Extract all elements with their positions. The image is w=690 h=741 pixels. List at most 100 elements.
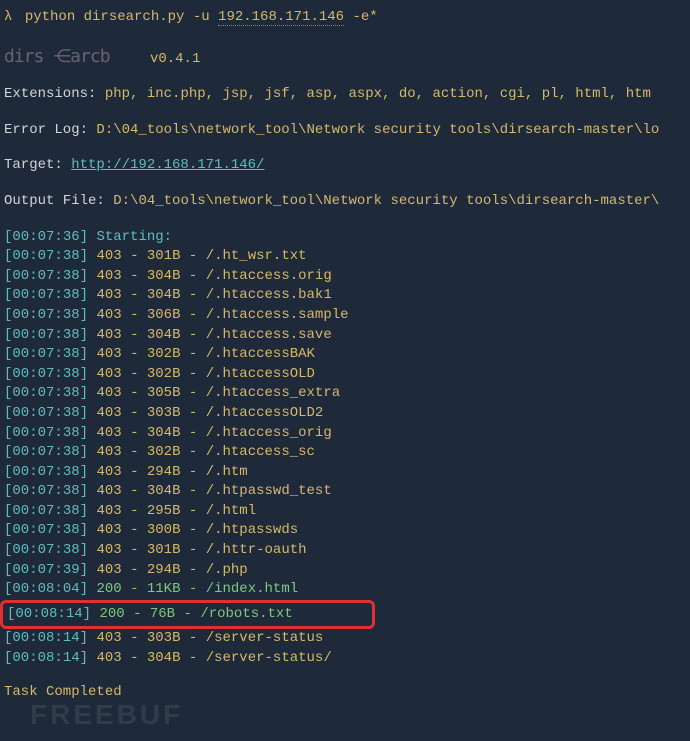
target-line: Target: http://192.168.171.146/ xyxy=(4,156,686,176)
result-row: [00:08:14] 403 - 303B - /server-status xyxy=(4,629,686,649)
result-path: /.htaccessOLD2 xyxy=(206,405,324,421)
result-size: 304B xyxy=(147,650,181,666)
result-size: 304B xyxy=(147,287,181,303)
result-row: [00:07:38] 403 - 302B - /.htaccessOLD xyxy=(4,365,686,385)
result-row: [00:07:38] 403 - 305B - /.htaccess_extra xyxy=(4,384,686,404)
result-ts: 00:08:14 xyxy=(12,650,79,666)
result-path: /.htaccess.orig xyxy=(206,268,332,284)
result-path: /.htpasswds xyxy=(206,522,298,538)
result-size: 76B xyxy=(150,606,175,622)
result-path: /.htaccess_sc xyxy=(206,444,315,460)
result-ts: 00:07:38 xyxy=(12,464,79,480)
result-status: 403 xyxy=(96,268,121,284)
result-row: [00:07:38] 403 - 304B - /.htpasswd_test xyxy=(4,482,686,502)
result-ts: 00:07:39 xyxy=(12,562,79,578)
result-size: 305B xyxy=(147,385,181,401)
result-ts: 00:07:38 xyxy=(12,522,79,538)
version-label: v0.4.1 xyxy=(150,51,200,67)
result-path: /.html xyxy=(206,503,256,519)
result-row: [00:07:38] 403 - 304B - /.htaccess.orig xyxy=(4,267,686,287)
result-row: [00:07:38] 403 - 304B - /.htaccess_orig xyxy=(4,424,686,444)
result-row: [00:08:04] 200 - 11KB - /index.html xyxy=(4,580,686,600)
result-status: 403 xyxy=(96,444,121,460)
result-size: 304B xyxy=(147,483,181,499)
result-row: [00:07:38] 403 - 294B - /.htm xyxy=(4,463,686,483)
extensions-label: Extensions: xyxy=(4,86,96,102)
result-ts: 00:07:38 xyxy=(12,425,79,441)
result-row: [00:07:38] 403 - 302B - /.htaccess_sc xyxy=(4,443,686,463)
result-path: /.httr-oauth xyxy=(206,542,307,558)
ascii-banner: dirs ⋲arcb v0.4.1 xyxy=(4,44,686,70)
result-path: /index.html xyxy=(206,581,298,597)
result-path: /.htaccess_orig xyxy=(206,425,332,441)
result-row: [00:07:38] 403 - 300B - /.htpasswds xyxy=(4,521,686,541)
result-size: 301B xyxy=(147,248,181,264)
result-row: [00:07:38] 403 - 295B - /.html xyxy=(4,502,686,522)
starting-ts: 00:07:36 xyxy=(12,229,79,245)
target-label: Target: xyxy=(4,157,63,173)
result-path: /.htm xyxy=(206,464,248,480)
result-size: 304B xyxy=(147,268,181,284)
result-status: 403 xyxy=(96,405,121,421)
result-path: /robots.txt xyxy=(200,606,292,622)
result-size: 303B xyxy=(147,405,181,421)
result-row: [00:08:14] 200 - 76B - /robots.txt xyxy=(4,600,686,630)
result-row: [00:07:38] 403 - 301B - /.httr-oauth xyxy=(4,541,686,561)
result-path: /.htaccessBAK xyxy=(206,346,315,362)
result-size: 304B xyxy=(147,327,181,343)
result-size: 304B xyxy=(147,425,181,441)
results-block: [00:07:36] Starting: [00:07:38] 403 - 30… xyxy=(4,228,686,669)
result-size: 11KB xyxy=(147,581,181,597)
result-status: 403 xyxy=(96,464,121,480)
result-size: 302B xyxy=(147,444,181,460)
dirsearch-logo: dirs ⋲arcb xyxy=(4,44,110,69)
result-ts: 00:07:38 xyxy=(12,346,79,362)
result-path: /server-status xyxy=(206,630,324,646)
extensions-line: Extensions: php, inc.php, jsp, jsf, asp,… xyxy=(4,85,686,105)
result-path: /.htpasswd_test xyxy=(206,483,332,499)
result-path: /.htaccess.sample xyxy=(206,307,349,323)
result-row: [00:07:38] 403 - 303B - /.htaccessOLD2 xyxy=(4,404,686,424)
command-url: 192.168.171.146 xyxy=(218,9,344,26)
result-status: 403 xyxy=(96,366,121,382)
outputfile-label: Output File: xyxy=(4,193,105,209)
result-size: 302B xyxy=(147,346,181,362)
result-ts: 00:08:14 xyxy=(15,606,82,622)
result-path: /.ht_wsr.txt xyxy=(206,248,307,264)
result-status: 403 xyxy=(96,307,121,323)
result-ts: 00:07:38 xyxy=(12,405,79,421)
result-row: [00:07:38] 403 - 302B - /.htaccessBAK xyxy=(4,345,686,365)
result-size: 294B xyxy=(147,562,181,578)
result-status: 200 xyxy=(96,581,121,597)
result-ts: 00:07:38 xyxy=(12,483,79,499)
command-prefix: python dirsearch.py -u xyxy=(25,9,218,25)
extensions-value: php, inc.php, jsp, jsf, asp, aspx, do, a… xyxy=(105,86,651,102)
errorlog-label: Error Log: xyxy=(4,122,88,138)
target-value: http://192.168.171.146/ xyxy=(71,157,264,173)
result-row: [00:07:38] 403 - 306B - /.htaccess.sampl… xyxy=(4,306,686,326)
result-status: 403 xyxy=(96,327,121,343)
result-row: [00:07:38] 403 - 304B - /.htaccess.save xyxy=(4,326,686,346)
result-size: 300B xyxy=(147,522,181,538)
result-ts: 00:07:38 xyxy=(12,268,79,284)
result-status: 403 xyxy=(96,630,121,646)
command-suffix: -e* xyxy=(344,9,378,25)
result-status: 403 xyxy=(96,522,121,538)
result-status: 403 xyxy=(96,562,121,578)
result-size: 302B xyxy=(147,366,181,382)
prompt-symbol: λ xyxy=(4,9,12,25)
result-size: 294B xyxy=(147,464,181,480)
result-size: 301B xyxy=(147,542,181,558)
result-ts: 00:07:38 xyxy=(12,385,79,401)
result-ts: 00:07:38 xyxy=(12,248,79,264)
result-row: [00:07:38] 403 - 301B - /.ht_wsr.txt xyxy=(4,247,686,267)
result-ts: 00:08:14 xyxy=(12,630,79,646)
result-ts: 00:07:38 xyxy=(12,327,79,343)
terminal-output: λ python dirsearch.py -u 192.168.171.146… xyxy=(4,8,686,702)
command-line: λ python dirsearch.py -u 192.168.171.146… xyxy=(4,8,686,28)
result-ts: 00:07:38 xyxy=(12,287,79,303)
result-path: /.htaccess_extra xyxy=(206,385,340,401)
errorlog-value: D:\04_tools\network_tool\Network securit… xyxy=(96,122,659,138)
result-status: 403 xyxy=(96,287,121,303)
result-path: /server-status/ xyxy=(206,650,332,666)
